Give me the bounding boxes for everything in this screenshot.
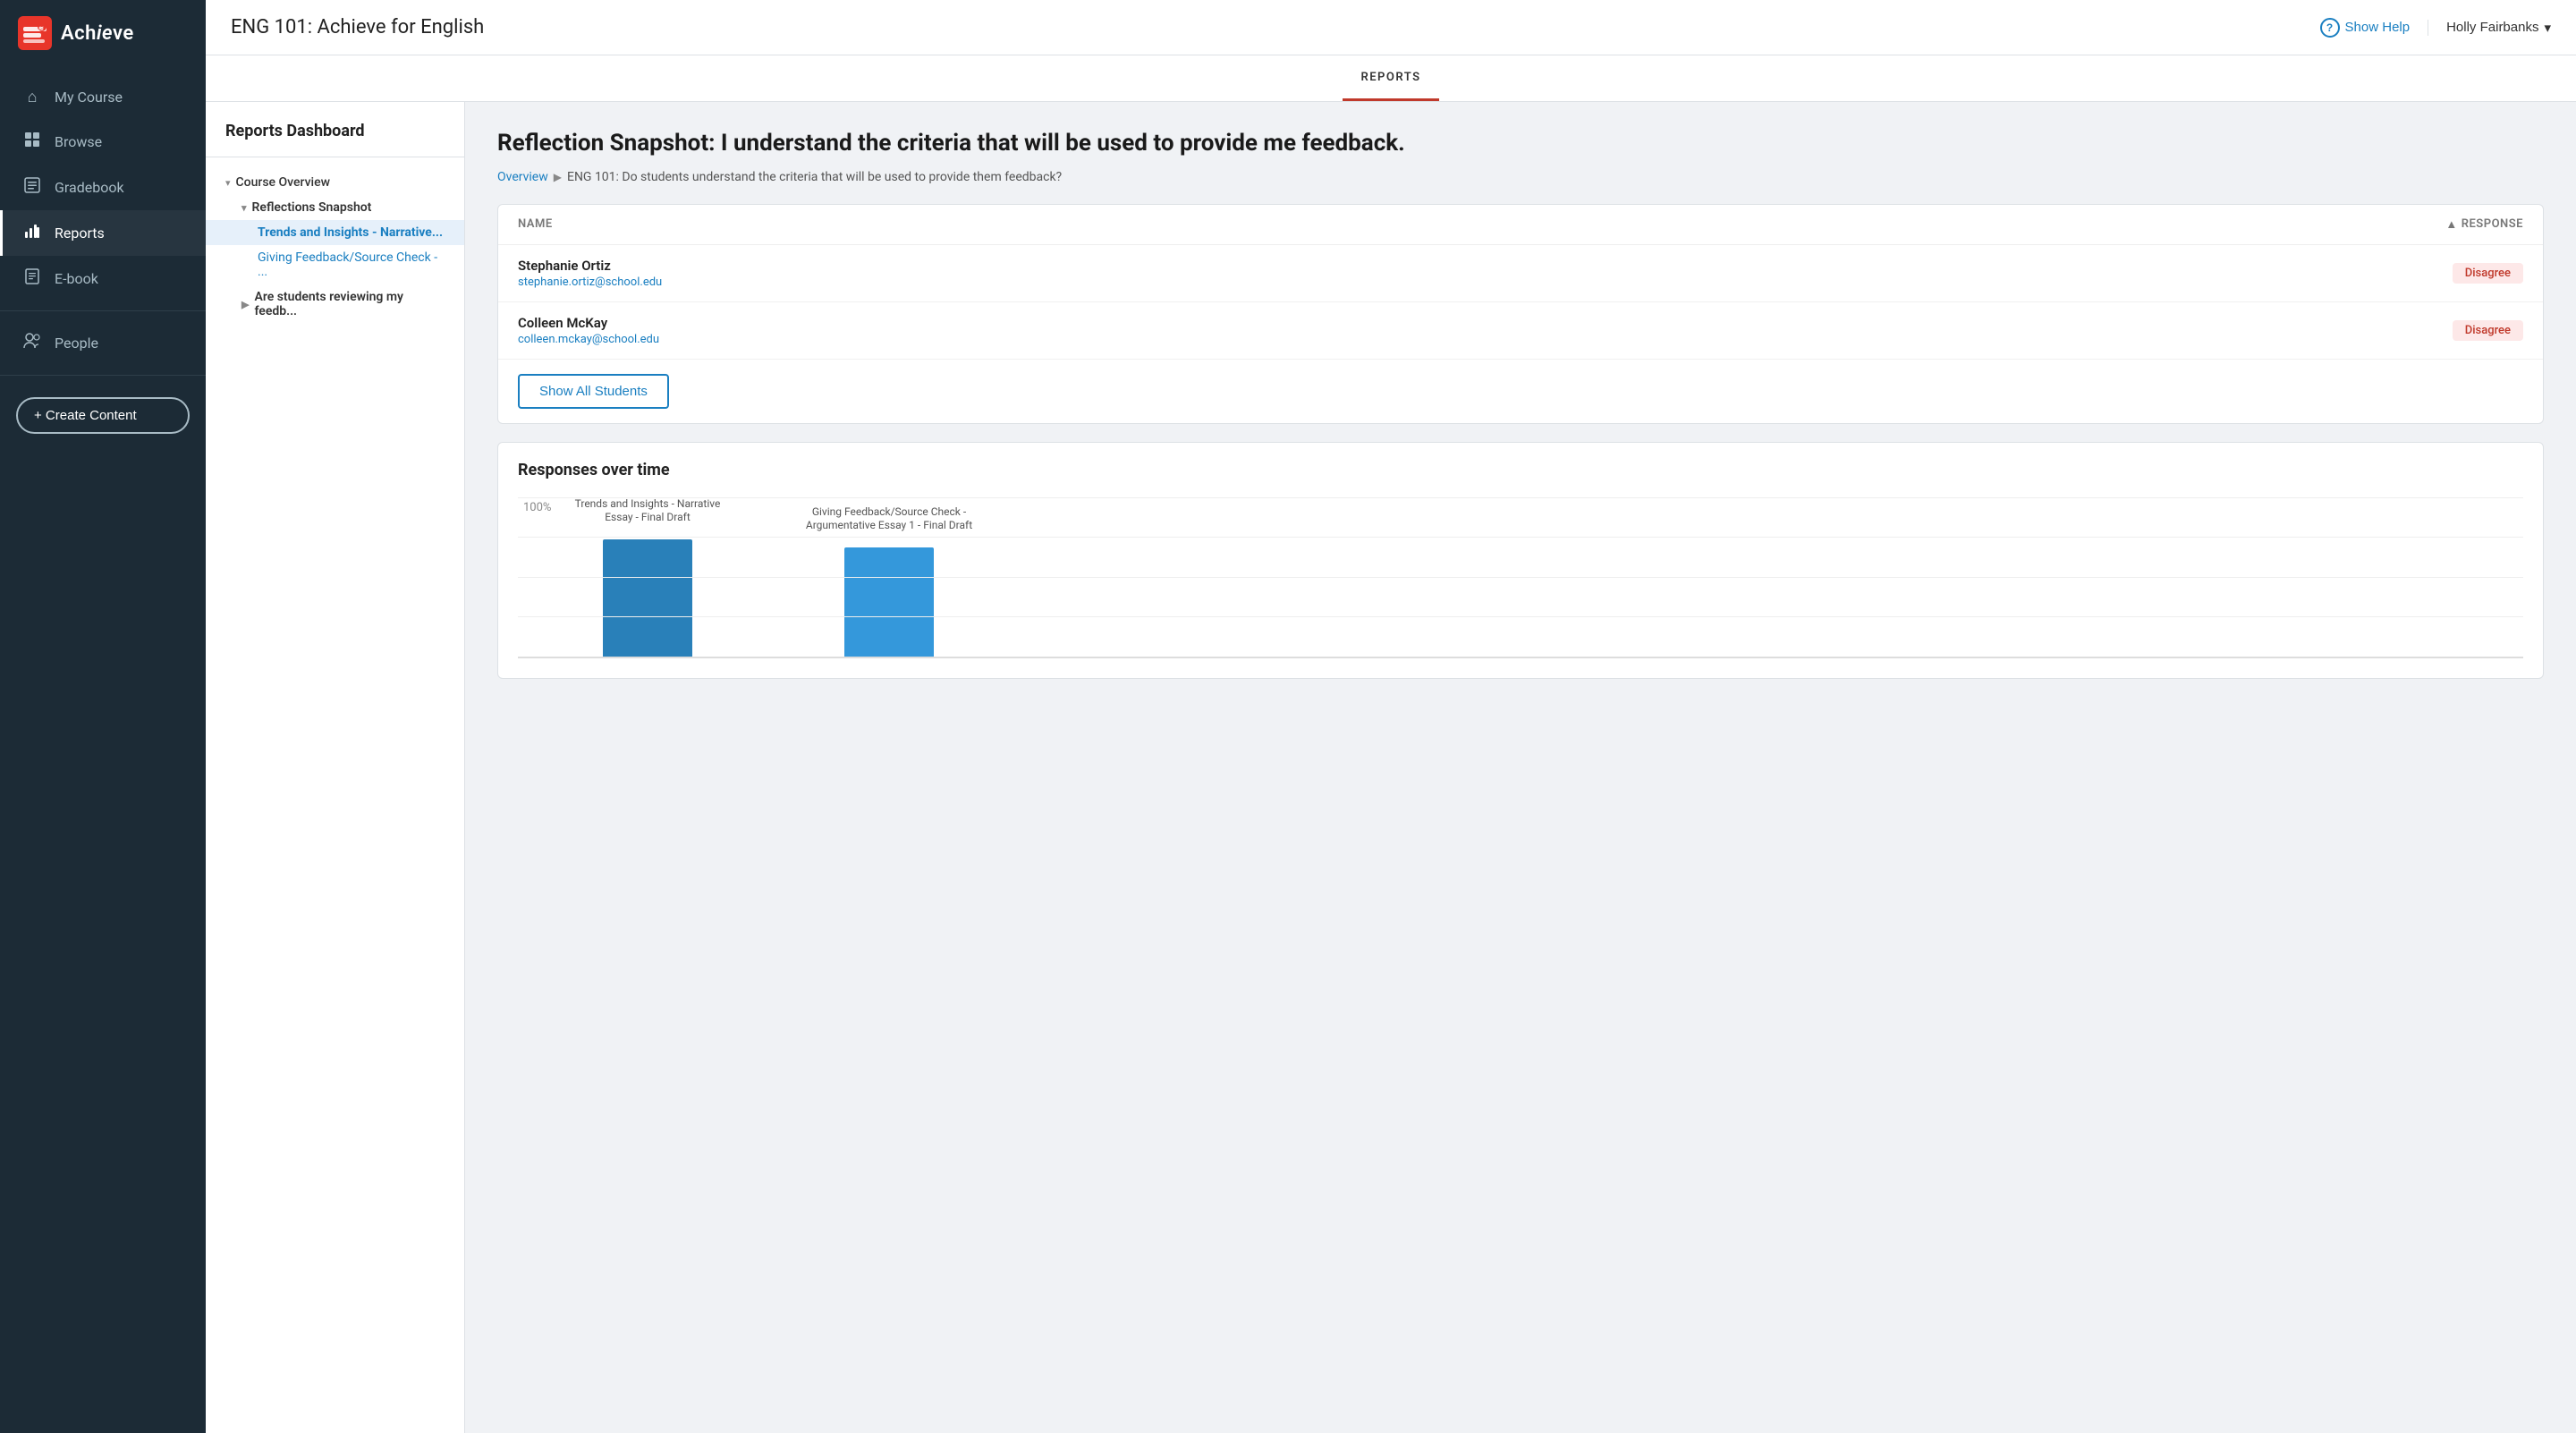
sidebar-item-people[interactable]: People — [0, 320, 206, 366]
sidebar-label-ebook: E-book — [55, 270, 98, 287]
col-name-header: Name — [518, 217, 553, 231]
breadcrumb-overview-link[interactable]: Overview — [497, 170, 548, 184]
create-content-label: + Create Content — [34, 408, 137, 423]
report-panel: Reflection Snapshot: I understand the cr… — [465, 102, 2576, 1433]
logo-icon: ≋ — [18, 16, 52, 50]
sidebar-divider-2 — [0, 375, 206, 376]
tab-reports[interactable]: REPORTS — [1343, 55, 1438, 101]
student-info-1: Colleen McKay colleen.mckay@school.edu — [518, 315, 659, 346]
chevron-down-icon: ▾ — [225, 177, 231, 189]
student-info-0: Stephanie Ortiz stephanie.ortiz@school.e… — [518, 258, 662, 289]
breadcrumb-separator: ▶ — [554, 171, 562, 183]
response-badge-1: Disagree — [2453, 320, 2523, 341]
reports-dashboard-title: Reports Dashboard — [206, 122, 464, 157]
tree-are-students[interactable]: ▶ Are students reviewing my feedb... — [206, 284, 464, 324]
reflections-snapshot-label: Reflections Snapshot — [252, 200, 372, 215]
show-all-label: Show All Students — [539, 384, 648, 399]
show-help-button[interactable]: ? Show Help — [2320, 18, 2411, 38]
tree-giving-feedback[interactable]: Giving Feedback/Source Check - ... — [206, 245, 464, 284]
reports-sidebar: Reports Dashboard ▾ Course Overview ▾ Re… — [206, 102, 465, 1433]
sidebar-item-ebook[interactable]: E-book — [0, 256, 206, 301]
report-heading: Reflection Snapshot: I understand the cr… — [497, 129, 2544, 159]
table-header: Name ▲ Response — [498, 205, 2543, 245]
chart-bar-label-0: Trends and Insights - Narrative Essay - … — [567, 497, 728, 525]
response-badge-0: Disagree — [2453, 263, 2523, 284]
sidebar-item-browse[interactable]: Browse — [0, 119, 206, 165]
show-all-area: Show All Students — [498, 360, 2543, 423]
sidebar-divider — [0, 310, 206, 311]
col-response-label: Response — [2462, 217, 2523, 231]
responses-over-time-title: Responses over time — [498, 443, 2543, 488]
student-row-1: Colleen McKay colleen.mckay@school.edu D… — [498, 302, 2543, 360]
user-name-label: Holly Fairbanks — [2446, 20, 2538, 35]
help-icon: ? — [2320, 18, 2340, 38]
tree-trends-insights[interactable]: Trends and Insights - Narrative... — [206, 220, 464, 245]
sidebar-label-browse: Browse — [55, 133, 102, 150]
sidebar-label-people: People — [55, 335, 98, 352]
sort-arrow-icon: ▲ — [2445, 217, 2457, 232]
sidebar-item-my-course[interactable]: ⌂ My Course — [0, 75, 206, 119]
logo-text: Achieve — [61, 22, 134, 45]
giving-feedback-label: Giving Feedback/Source Check - ... — [258, 250, 445, 279]
student-row: Stephanie Ortiz stephanie.ortiz@school.e… — [498, 245, 2543, 302]
reports-tree: ▾ Course Overview ▾ Reflections Snapshot… — [206, 157, 464, 336]
sidebar-label-gradebook: Gradebook — [55, 179, 124, 196]
chart-bar-label-1: Giving Feedback/Source Check - Argumenta… — [800, 505, 979, 533]
student-email-0[interactable]: stephanie.ortiz@school.edu — [518, 276, 662, 289]
reports-icon — [22, 223, 42, 243]
are-students-label: Are students reviewing my feedb... — [254, 290, 445, 318]
people-icon — [22, 333, 42, 353]
user-dropdown-icon: ▾ — [2544, 20, 2551, 36]
student-response-card: Name ▲ Response Stephanie Ortiz stephani… — [497, 204, 2544, 424]
col-response-header[interactable]: ▲ Response — [2445, 217, 2523, 232]
header-right: ? Show Help Holly Fairbanks ▾ — [2320, 18, 2551, 38]
chevron-right-icon: ▶ — [242, 299, 249, 310]
page-title: ENG 101: Achieve for English — [231, 16, 484, 38]
student-name-0: Stephanie Ortiz — [518, 258, 662, 274]
student-name-1: Colleen McKay — [518, 315, 659, 331]
sidebar-label-reports: Reports — [55, 225, 105, 242]
browse-icon — [22, 131, 42, 152]
user-menu-button[interactable]: Holly Fairbanks ▾ — [2428, 20, 2551, 36]
sidebar-item-gradebook[interactable]: Gradebook — [0, 165, 206, 210]
tree-course-overview[interactable]: ▾ Course Overview — [206, 170, 464, 195]
content-area: Reports Dashboard ▾ Course Overview ▾ Re… — [206, 102, 2576, 1433]
gradebook-icon — [22, 177, 42, 198]
trends-insights-label: Trends and Insights - Narrative... — [258, 225, 443, 240]
reports-tab-bar: REPORTS — [206, 55, 2576, 102]
tree-reflections-snapshot[interactable]: ▾ Reflections Snapshot — [206, 195, 464, 220]
chevron-down-icon-2: ▾ — [242, 202, 247, 214]
main-area: ENG 101: Achieve for English ? Show Help… — [206, 0, 2576, 1433]
chart-bar-1 — [844, 547, 934, 657]
create-content-button[interactable]: + Create Content — [16, 397, 190, 434]
sidebar: ≋ Achieve ⌂ My Course Browse — [0, 0, 206, 1433]
sidebar-navigation: ⌂ My Course Browse — [0, 75, 206, 1433]
logo-area: ≋ Achieve — [0, 0, 206, 66]
sidebar-item-reports[interactable]: Reports — [0, 210, 206, 256]
show-help-label: Show Help — [2345, 20, 2411, 35]
show-all-students-button[interactable]: Show All Students — [518, 374, 669, 409]
student-email-1[interactable]: colleen.mckay@school.edu — [518, 333, 659, 346]
course-overview-label: Course Overview — [236, 175, 330, 190]
svg-text:≋: ≋ — [38, 25, 44, 32]
sidebar-label-my-course: My Course — [55, 89, 123, 106]
tab-reports-label: REPORTS — [1360, 71, 1420, 84]
home-icon: ⌂ — [22, 88, 42, 106]
chart-bar-0 — [603, 539, 692, 657]
top-header: ENG 101: Achieve for English ? Show Help… — [206, 0, 2576, 55]
breadcrumb: Overview ▶ ENG 101: Do students understa… — [497, 170, 2544, 184]
ebook-icon — [22, 268, 42, 289]
responses-over-time-card: Responses over time 100% Trends and Insi… — [497, 442, 2544, 679]
breadcrumb-detail: ENG 101: Do students understand the crit… — [567, 170, 1062, 184]
